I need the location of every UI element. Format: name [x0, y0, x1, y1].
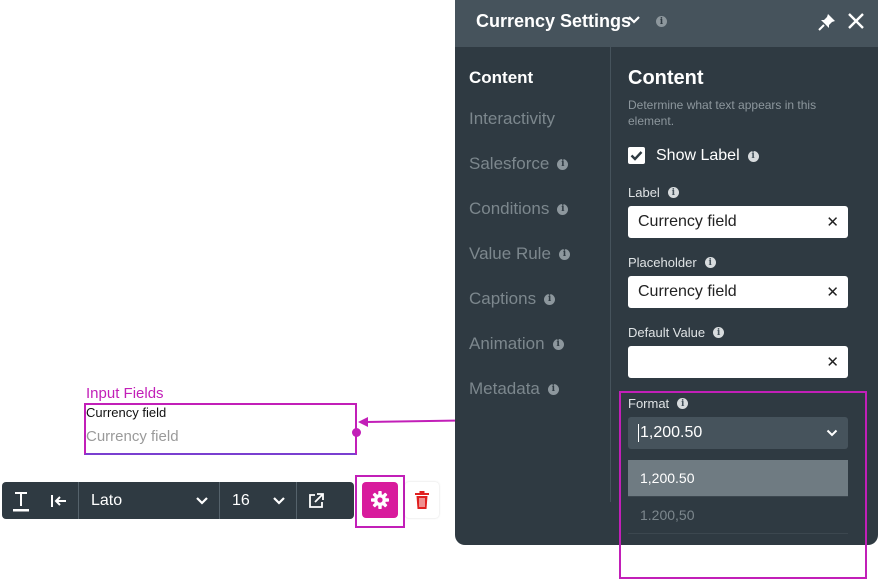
show-label-text: Show Label i: [656, 147, 759, 165]
nav-item-captions[interactable]: Captions i: [469, 289, 556, 309]
field-placeholder-text: Currency field: [86, 428, 179, 445]
delete-button[interactable]: [405, 482, 439, 518]
open-link-button[interactable]: [297, 482, 335, 519]
nav-item-content[interactable]: Content: [469, 68, 533, 88]
info-icon[interactable]: i: [667, 187, 679, 198]
info-icon[interactable]: i: [747, 150, 759, 162]
clear-icon[interactable]: ✕: [826, 283, 839, 301]
nav-item-label: Value Rule: [469, 244, 551, 263]
info-icon[interactable]: i: [704, 257, 716, 268]
info-icon[interactable]: i: [552, 338, 564, 350]
placeholder-input-value: Currency field: [638, 283, 737, 300]
nav-item-label: Salesforce: [469, 154, 550, 173]
nav-item-label: Interactivity: [469, 109, 555, 128]
input-fields-annotation: Input Fields: [86, 385, 164, 402]
label-caption-text: Label: [628, 185, 660, 200]
align-start-icon: [51, 494, 66, 507]
font-family-value: Lato: [91, 491, 123, 509]
format-highlight-annotation: [619, 391, 867, 579]
info-icon[interactable]: i: [557, 203, 569, 215]
external-link-icon: [309, 492, 324, 508]
placeholder-input[interactable]: Currency field ✕: [628, 276, 848, 308]
default-value-caption: Default Value i: [628, 325, 725, 340]
label-caption: Label i: [628, 185, 679, 200]
chevron-down-icon: [273, 496, 285, 505]
text-style-button[interactable]: [2, 482, 40, 519]
clear-icon[interactable]: ✕: [826, 213, 839, 231]
info-icon[interactable]: i: [547, 383, 559, 395]
nav-item-conditions[interactable]: Conditions i: [469, 199, 569, 219]
font-size-select[interactable]: 16: [220, 482, 296, 519]
show-label-checkbox[interactable]: [628, 147, 645, 164]
info-icon[interactable]: i: [557, 158, 569, 170]
nav-item-label: Animation: [469, 334, 545, 353]
element-toolbar: Lato 16: [2, 482, 354, 519]
info-icon[interactable]: i: [713, 327, 725, 338]
panel-title[interactable]: Currency Settings: [476, 11, 631, 32]
font-family-select[interactable]: Lato: [79, 482, 219, 519]
placeholder-caption: Placeholder i: [628, 255, 716, 270]
nav-item-salesforce[interactable]: Salesforce i: [469, 154, 569, 174]
settings-button[interactable]: [362, 482, 398, 518]
info-icon[interactable]: i: [558, 248, 570, 260]
align-left-button[interactable]: [40, 482, 78, 519]
default-value-input[interactable]: ✕: [628, 346, 848, 378]
chevron-down-icon[interactable]: [627, 15, 641, 25]
label-input-value: Currency field: [638, 213, 737, 230]
nav-item-value-rule[interactable]: Value Rule i: [469, 244, 570, 264]
default-value-caption-text: Default Value: [628, 325, 706, 340]
show-label-caption: Show Label: [656, 147, 740, 164]
nav-item-label: Metadata: [469, 379, 540, 398]
nav-item-interactivity[interactable]: Interactivity: [469, 109, 555, 129]
nav-divider: [610, 47, 611, 502]
pin-icon[interactable]: [818, 13, 836, 31]
chevron-down-icon: [196, 496, 208, 505]
trash-icon: [415, 491, 429, 509]
field-label-text: Currency field: [86, 405, 167, 420]
label-input[interactable]: Currency field ✕: [628, 206, 848, 238]
checkmark-icon: [630, 151, 643, 161]
placeholder-caption-text: Placeholder: [628, 255, 697, 270]
nav-item-animation[interactable]: Animation i: [469, 334, 564, 354]
section-title: Content: [628, 67, 704, 89]
clear-icon[interactable]: ✕: [826, 353, 839, 371]
info-icon[interactable]: i: [544, 293, 556, 305]
info-icon[interactable]: i: [656, 16, 667, 27]
font-size-value: 16: [232, 491, 250, 509]
nav-item-label: Content: [469, 68, 534, 87]
nav-item-label: Conditions: [469, 199, 550, 218]
resize-handle[interactable]: [352, 428, 361, 437]
section-description: Determine what text appears in this elem…: [628, 98, 817, 128]
gear-icon: [371, 491, 389, 509]
nav-item-label: Captions: [469, 289, 537, 308]
text-format-icon: [13, 491, 29, 511]
nav-item-metadata[interactable]: Metadata i: [469, 379, 559, 399]
close-icon[interactable]: [846, 11, 866, 31]
